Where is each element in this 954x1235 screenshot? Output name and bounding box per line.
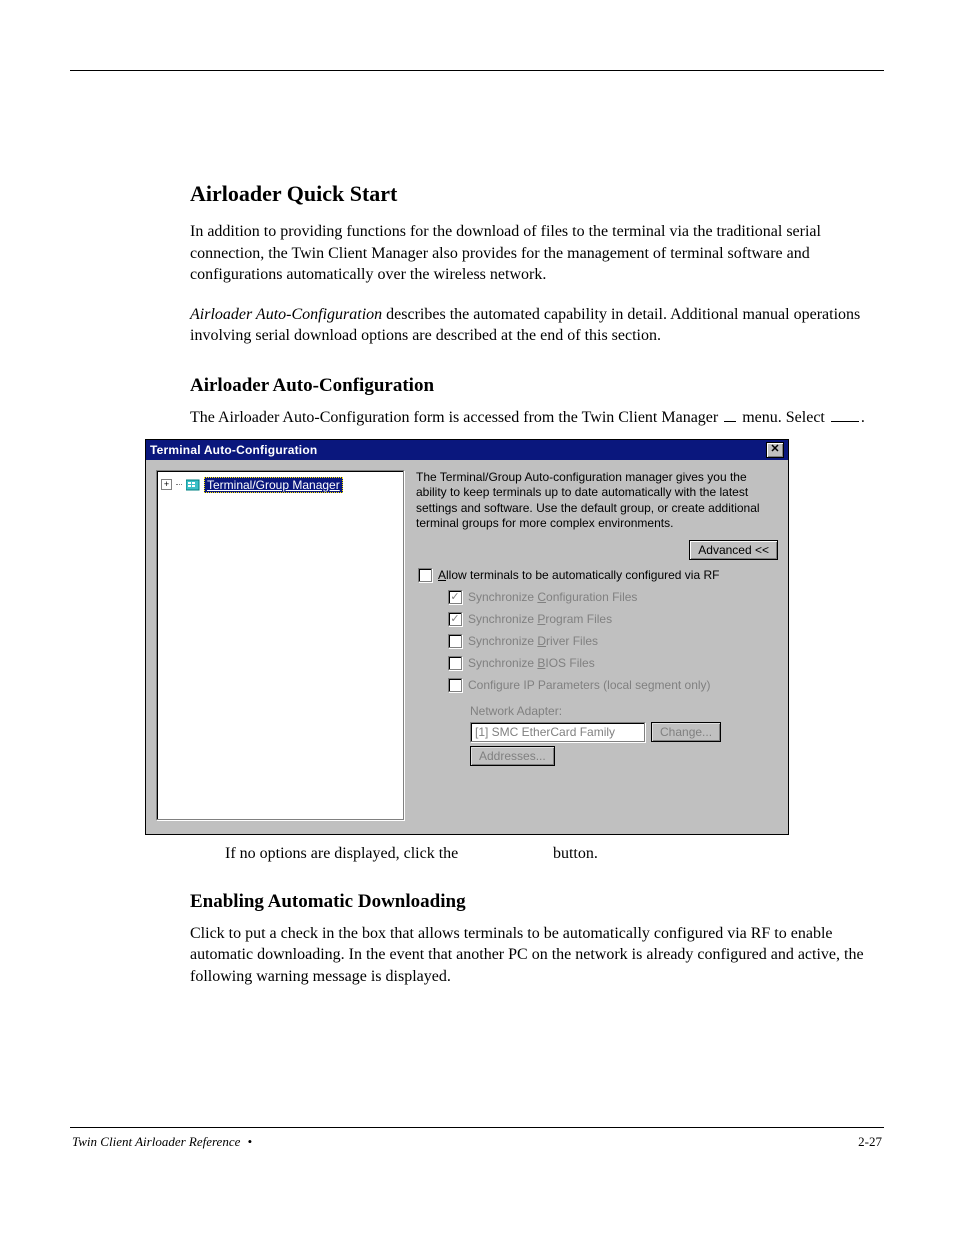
- adapter-label: Network Adapter:: [470, 704, 778, 718]
- intro-paragraph-1: In addition to providing functions for t…: [190, 221, 874, 286]
- tree-root-row[interactable]: + Terminal/Group Manager: [161, 477, 399, 493]
- top-rule: [70, 70, 884, 71]
- expand-icon[interactable]: +: [161, 479, 172, 490]
- subheading-enable-auto: Enabling Automatic Downloading: [190, 891, 874, 913]
- checkbox-sync-drv: [448, 634, 462, 648]
- autoconfig-intro-b: menu. Select: [738, 409, 829, 426]
- opt-sync-cfg-label: Synchronize Configuration Files: [468, 590, 637, 604]
- checkbox-sync-cfg: [448, 590, 462, 604]
- adapter-value: [1] SMC EtherCard Family: [470, 722, 645, 742]
- opt-allow-row[interactable]: Allow terminals to be automatically conf…: [418, 568, 778, 582]
- autoconfig-intro: The Airloader Auto-Configuration form is…: [190, 407, 874, 429]
- opt-sync-drv-label: Synchronize Driver Files: [468, 634, 598, 648]
- opt-sync-bios-row: Synchronize BIOS Files: [448, 656, 778, 670]
- note-a: If no options are displayed, click the: [225, 845, 462, 862]
- opt-allow-label: Allow terminals to be automatically conf…: [438, 568, 719, 582]
- note-after-dialog: If no options are displayed, click the A…: [225, 845, 884, 863]
- opt-ip-label: Configure IP Parameters (local segment o…: [468, 678, 711, 692]
- opt-sync-bios-label: Synchronize BIOS Files: [468, 656, 595, 670]
- opt-sync-prog-row: Synchronize Program Files: [448, 612, 778, 626]
- enable-auto-paragraph: Click to put a check in the box that all…: [190, 923, 874, 988]
- blank-1: [724, 421, 736, 422]
- subheading-auto-config: Airloader Auto-Configuration: [190, 375, 874, 397]
- checkbox-sync-bios: [448, 656, 462, 670]
- checkbox-sync-prog: [448, 612, 462, 626]
- right-pane: The Terminal/Group Auto-configuration ma…: [416, 470, 778, 820]
- section-heading: Airloader Quick Start: [190, 181, 874, 207]
- blank-2: [831, 421, 859, 422]
- addresses-button: Addresses...: [470, 746, 555, 766]
- autoconfig-intro-c: .: [861, 409, 865, 426]
- close-icon[interactable]: ✕: [766, 442, 784, 458]
- change-button: Change...: [651, 722, 721, 742]
- checkbox-ip: [448, 678, 462, 692]
- opt-ip-row: Configure IP Parameters (local segment o…: [448, 678, 778, 692]
- dialog-description: The Terminal/Group Auto-configuration ma…: [416, 470, 778, 532]
- footer-left: Twin Client Airloader Reference: [72, 1134, 240, 1149]
- dialog-titlebar: Terminal Auto-Configuration ✕: [146, 440, 788, 460]
- opt-sync-drv-row: Synchronize Driver Files: [448, 634, 778, 648]
- terminal-auto-config-dialog: Terminal Auto-Configuration ✕ + Terminal…: [145, 439, 789, 835]
- page-footer: Twin Client Airloader Reference • 2-27: [70, 1128, 884, 1150]
- tree-root-label[interactable]: Terminal/Group Manager: [204, 477, 343, 493]
- autoconfig-intro-a: The Airloader Auto-Configuration form is…: [190, 409, 722, 426]
- tree-node-icon: [186, 479, 200, 491]
- tree-pane[interactable]: + Terminal/Group Manager: [156, 470, 404, 820]
- opt-sync-prog-label: Synchronize Program Files: [468, 612, 612, 626]
- advanced-button[interactable]: Advanced <<: [689, 540, 778, 560]
- intro2-link: Airloader Auto-Configuration: [190, 306, 382, 323]
- dialog-title: Terminal Auto-Configuration: [150, 443, 317, 457]
- footer-right: 2-27: [858, 1134, 882, 1150]
- opt-sync-cfg-row: Synchronize Configuration Files: [448, 590, 778, 604]
- checkbox-allow[interactable]: [418, 568, 432, 582]
- note-b: button.: [549, 845, 598, 862]
- intro-paragraph-2: Airloader Auto-Configuration describes t…: [190, 304, 874, 347]
